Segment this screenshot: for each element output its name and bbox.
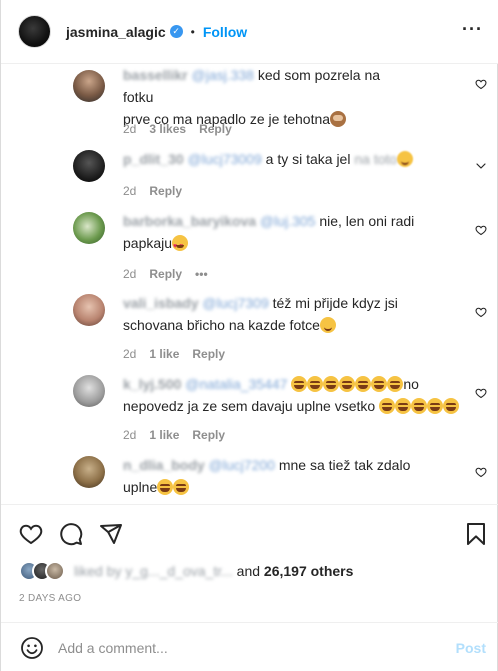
likes-and: and [236,563,261,579]
commenter-avatar[interactable] [73,212,105,244]
commenter-avatar[interactable] [73,375,105,407]
comment-text: uplne [123,479,158,495]
comment-text: nepovedz ja ze sem davaju uplne vsetko [123,398,376,414]
comment-icon[interactable] [59,522,83,546]
commenter-username[interactable]: k_lyj.500 [123,376,181,392]
comment-text: no [403,376,419,392]
comment-text: papkaju [123,235,173,251]
mention-link[interactable]: @luj.305 [260,213,315,229]
author-avatar[interactable] [18,15,51,48]
comment-time: 2d [123,267,137,281]
monkey-emoji-icon [330,111,347,127]
post-timestamp[interactable]: 2 DAYS AGO [19,593,81,604]
comment-likes-count[interactable]: 3 likes [149,122,186,136]
grin-emoji-icon [397,151,414,167]
comment-likes-count[interactable]: 1 like [149,428,179,442]
heart-icon[interactable] [19,522,43,546]
commenter-username[interactable]: p_dlit_30 [123,151,184,167]
grin-emoji-icon [157,479,174,495]
comments-list[interactable]: bassellikr @jasj.338 ked som pozrela na … [1,64,498,504]
commenter-username[interactable]: n_dlia_body [123,457,205,473]
heart-eyes-emoji-icon [172,235,189,258]
laugh-emoji-group [291,376,404,392]
reply-button[interactable]: Reply [192,347,225,361]
separator-dot: • [190,24,195,39]
comment-likes-count[interactable]: 1 like [149,347,179,361]
commenter-avatar[interactable] [73,456,105,488]
comment-input[interactable] [58,636,438,660]
comment-time: 2d [123,347,137,361]
likes-others-count[interactable]: 26,197 others [264,563,354,579]
commenter-username[interactable]: vali_isbady [123,295,199,311]
post-panel: jasmina_alagic ✓ • Follow ··· bassellikr… [0,0,498,671]
mention-link[interactable]: @lucj7200 [209,457,275,473]
follow-button[interactable]: Follow [203,24,247,40]
emoji-picker-icon[interactable] [20,636,44,660]
reply-button[interactable]: Reply [149,184,182,198]
add-comment-bar: Post [1,622,498,671]
comment-time: 2d [123,184,137,198]
commenter-username[interactable]: bassellikr [123,67,188,83]
verified-icon: ✓ [169,25,183,38]
likes-text: liked by y_g..._d_ova_tr... and 26,197 o… [74,563,353,579]
liker-avatar [45,561,65,581]
comment-text: a ty si taka jel [265,151,351,167]
comment-text: nie, len oni radi [319,213,415,229]
chevron-down-icon[interactable] [475,160,487,172]
smile-emoji-icon [319,317,336,333]
reply-button[interactable]: Reply [149,267,182,281]
author-username[interactable]: jasmina_alagic [66,24,166,40]
heart-icon[interactable] [475,78,487,90]
reply-button[interactable]: Reply [192,428,225,442]
post-button[interactable]: Post [456,640,486,656]
commenter-avatar[interactable] [73,294,105,326]
comment-text: též mi přijde kdyz jsi [272,295,398,311]
grin-emoji-icon [173,479,190,495]
mention-link[interactable]: @lucj73009 [188,151,262,167]
mention-link[interactable]: @natalia_35447 [185,376,287,392]
bookmark-icon[interactable] [464,522,488,546]
comment-text: mne sa tiež tak zdalo [278,457,411,473]
likes-summary[interactable]: liked by y_g..._d_ova_tr... and 26,197 o… [19,559,353,583]
comment-text-hidden: na toto [354,151,398,167]
reply-button[interactable]: Reply [199,122,232,136]
commenter-username[interactable]: barborka_baryikova [123,213,256,229]
mention-link[interactable]: @jasj.338 [192,67,254,83]
more-options-icon[interactable]: ··· [462,20,483,38]
post-header: jasmina_alagic ✓ • Follow ··· [1,0,498,64]
mention-link[interactable]: @lucj7309 [202,295,268,311]
laugh-emoji-group [379,398,460,414]
comment-time: 2d [123,428,137,442]
share-icon[interactable] [99,522,123,546]
heart-icon[interactable] [475,224,487,236]
commenter-avatar[interactable] [73,150,105,182]
heart-icon[interactable] [475,387,487,399]
heart-icon[interactable] [475,306,487,318]
heart-icon[interactable] [475,466,487,478]
comment-text: schovana břicho na kazde fotce [123,317,320,333]
comment-time: 2d [123,122,137,136]
commenter-avatar[interactable] [73,70,105,102]
liker-names[interactable]: liked by y_g..._d_ova_tr... [74,563,233,579]
comment-more-icon[interactable]: ••• [195,267,208,281]
post-actions-bar [1,504,498,558]
